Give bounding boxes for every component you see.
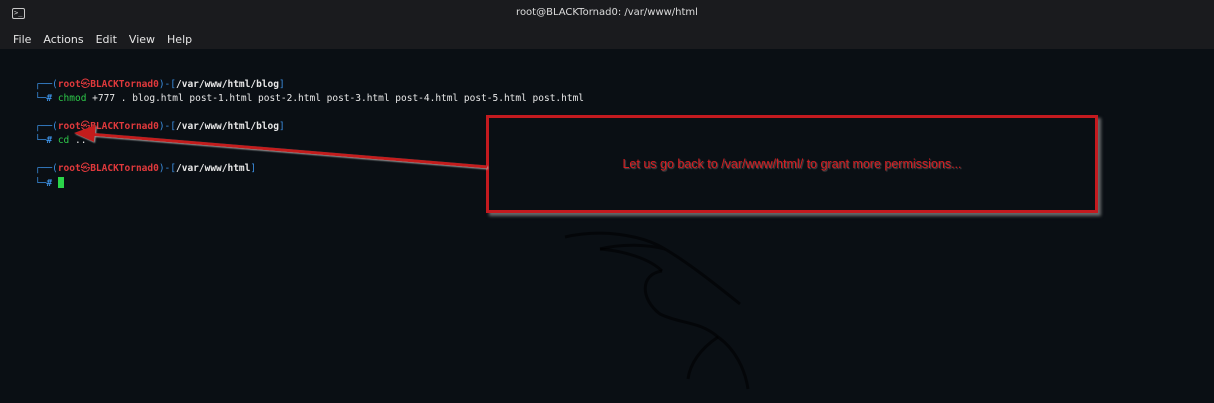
menu-file[interactable]: File [7,33,37,46]
menu-edit[interactable]: Edit [90,33,123,46]
arrow-line [87,132,488,169]
terminal-area[interactable]: ┌──(root㉿BLACKTornad0)-[/var/www/html/bl… [0,49,1214,403]
title-bar: >_ root@BLACKTornad0: /var/www/html [0,0,1214,29]
menu-bar: File Actions Edit View Help [0,29,1214,49]
menu-view[interactable]: View [123,33,161,46]
menu-actions[interactable]: Actions [37,33,89,46]
arrow-head-icon [74,125,96,142]
window-title: root@BLACKTornad0: /var/www/html [516,7,698,18]
annotation-arrow [74,125,488,169]
menu-help[interactable]: Help [161,33,198,46]
